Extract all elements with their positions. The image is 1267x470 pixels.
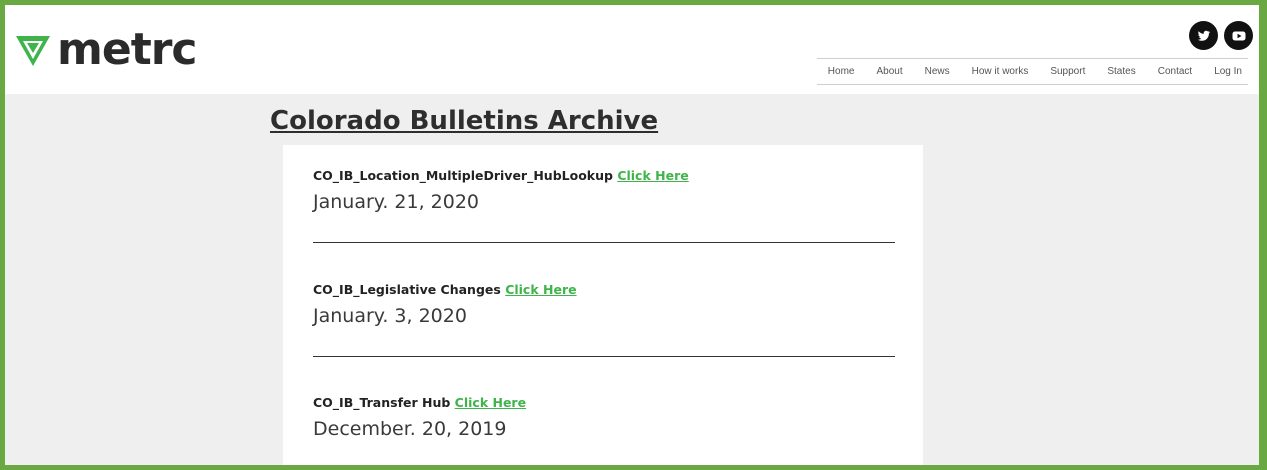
page-frame: metrc Home About News How it works Suppo… [5, 5, 1259, 465]
twitter-bird-icon [1197, 30, 1210, 41]
main-nav: Home About News How it works Support Sta… [816, 58, 1248, 85]
nav-home[interactable]: Home [817, 66, 866, 77]
social-links [1189, 21, 1253, 50]
nav-states[interactable]: States [1096, 66, 1146, 77]
nav-news[interactable]: News [914, 66, 961, 77]
page-title: Colorado Bulletins Archive [270, 106, 659, 136]
bulletin-link[interactable]: Click Here [617, 168, 688, 183]
bulletin-date: January. 21, 2020 [313, 191, 480, 213]
nav-contact[interactable]: Contact [1147, 66, 1203, 77]
bulletin-item: CO_IB_Transfer Hub Click Here December. … [313, 394, 895, 465]
twitter-icon[interactable] [1189, 21, 1218, 50]
nav-about[interactable]: About [865, 66, 913, 77]
bulletin-item: CO_IB_Location_MultipleDriver_HubLookup … [313, 167, 895, 243]
bulletin-date: January. 3, 2020 [313, 305, 467, 327]
bulletin-list: CO_IB_Location_MultipleDriver_HubLookup … [283, 145, 923, 465]
bulletin-title-row: CO_IB_Transfer Hub Click Here [313, 394, 895, 412]
metrc-logo[interactable]: metrc [13, 24, 198, 75]
youtube-play-icon [1232, 31, 1245, 40]
nav-support[interactable]: Support [1039, 66, 1096, 77]
bulletin-item: CO_IB_Legislative Changes Click Here Jan… [313, 281, 895, 357]
bulletin-title: CO_IB_Location_MultipleDriver_HubLookup [313, 168, 613, 183]
site-header: metrc Home About News How it works Suppo… [5, 5, 1259, 94]
youtube-icon[interactable] [1224, 21, 1253, 50]
bulletin-link[interactable]: Click Here [505, 282, 576, 297]
brand-name: metrc [57, 24, 198, 75]
shield-logo-icon [16, 36, 50, 66]
bulletin-title-row: CO_IB_Location_MultipleDriver_HubLookup … [313, 167, 895, 185]
nav-log-in[interactable]: Log In [1203, 66, 1246, 77]
bulletin-title: CO_IB_Legislative Changes [313, 282, 501, 297]
nav-how-it-works[interactable]: How it works [961, 66, 1040, 77]
bulletin-title: CO_IB_Transfer Hub [313, 395, 451, 410]
bulletin-date: December. 20, 2019 [313, 418, 507, 440]
bulletin-title-row: CO_IB_Legislative Changes Click Here [313, 281, 895, 299]
bulletin-link[interactable]: Click Here [455, 395, 526, 410]
